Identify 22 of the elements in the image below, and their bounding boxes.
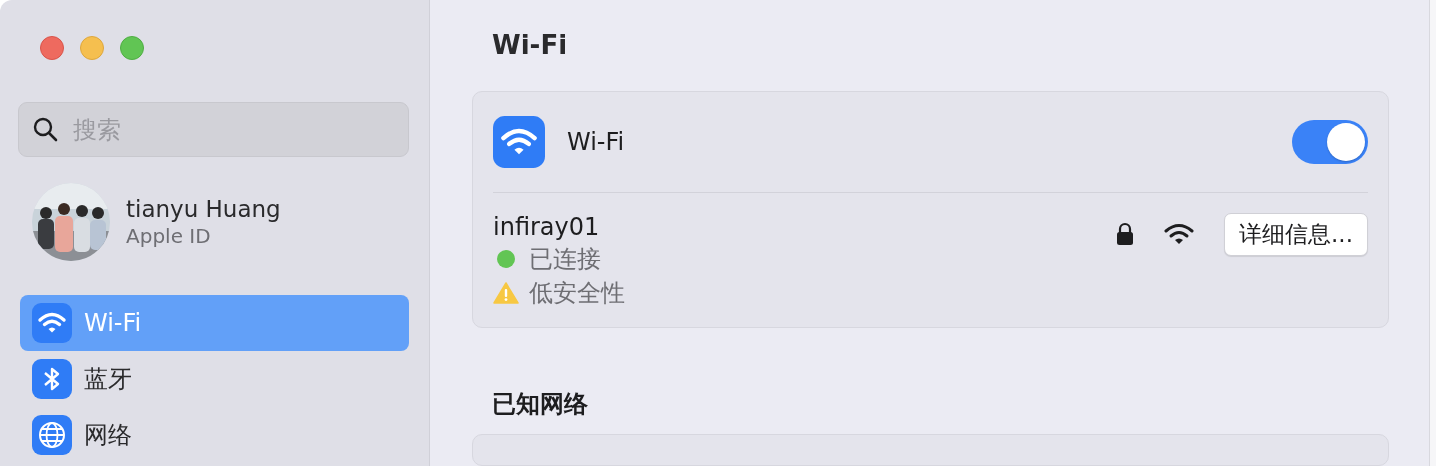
bluetooth-icon xyxy=(32,359,72,399)
wifi-icon xyxy=(493,115,545,168)
network-status: 已连接 xyxy=(529,243,601,275)
page-title: Wi-Fi xyxy=(492,30,569,61)
minimize-button[interactable] xyxy=(80,36,104,60)
wifi-label: Wi-Fi xyxy=(567,127,626,156)
network-name: infiray01 xyxy=(493,212,601,241)
search-field[interactable]: 搜索 xyxy=(18,102,409,157)
close-button[interactable] xyxy=(40,36,64,60)
account-name[interactable]: tianyu Huang xyxy=(126,196,281,222)
wifi-toggle[interactable] xyxy=(1292,119,1368,164)
warning-icon xyxy=(493,281,519,304)
sidebar-item[interactable]: 网络 xyxy=(20,407,409,463)
sidebar-item[interactable]: 蓝牙 xyxy=(20,351,409,407)
globe-icon xyxy=(32,415,72,455)
wifi-signal-icon xyxy=(1164,223,1195,245)
details-button[interactable]: 详细信息... xyxy=(1224,212,1368,256)
account-subtitle: Apple ID xyxy=(126,224,212,248)
zoom-button[interactable] xyxy=(120,36,144,60)
wifi-icon xyxy=(32,303,72,343)
section-heading: 已知网络 xyxy=(492,388,589,420)
network-status: 低安全性 xyxy=(529,277,625,309)
